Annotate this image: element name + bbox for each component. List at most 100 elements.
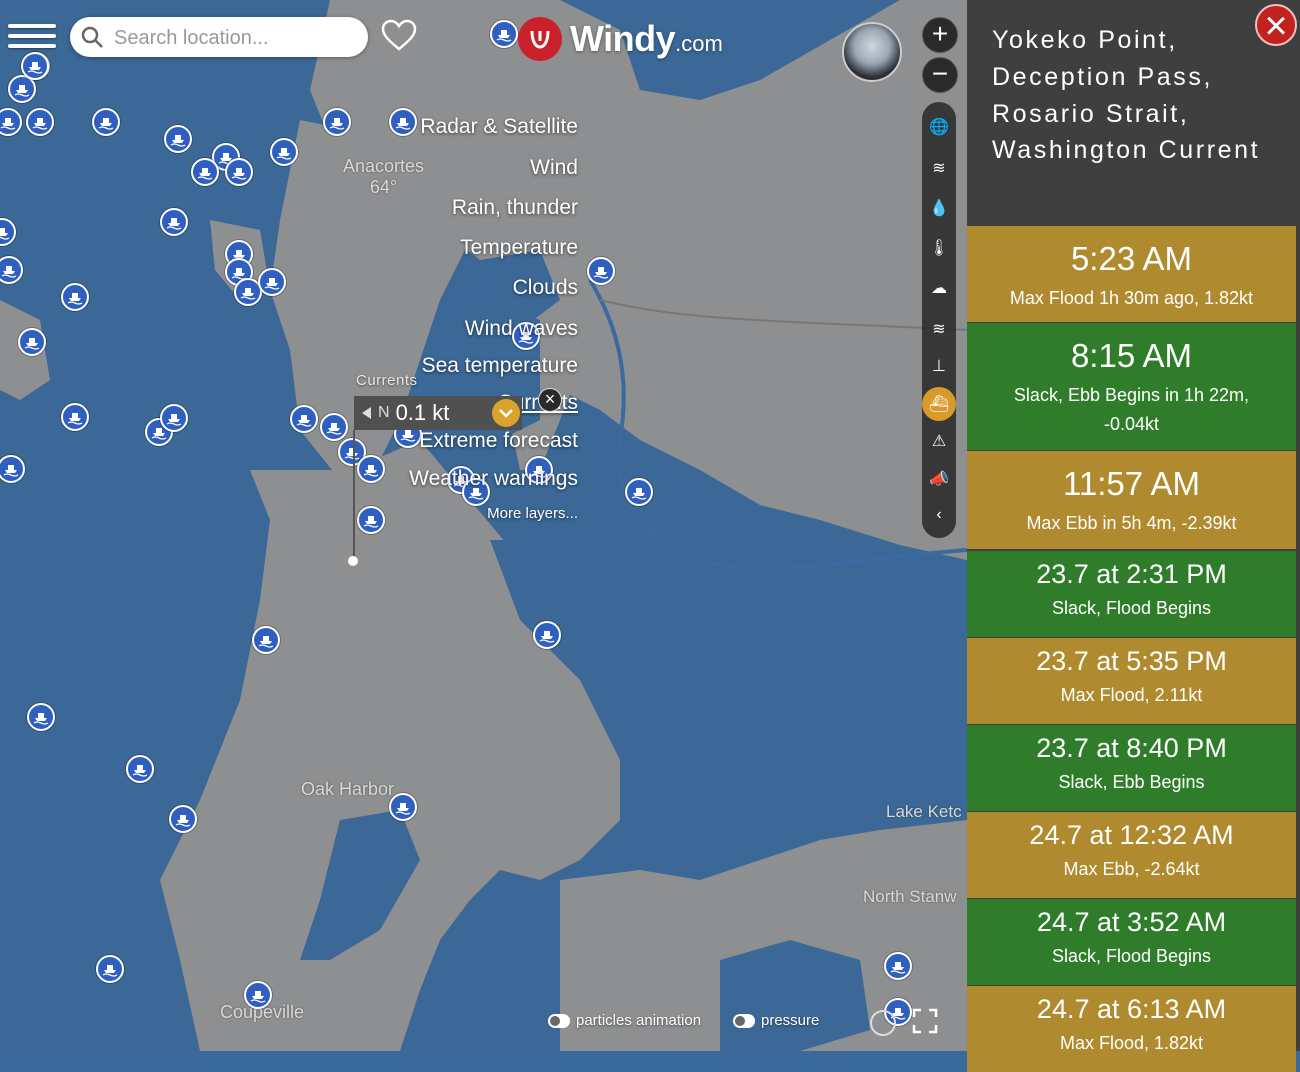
windy-logo-icon	[518, 17, 562, 61]
tide-time: 8:15 AM	[1070, 337, 1193, 374]
boat-station-icon[interactable]	[884, 952, 912, 980]
boat-station-icon[interactable]	[96, 955, 124, 983]
tide-time: 23.7 at 2:31 PM	[1036, 559, 1227, 589]
place-label: Lake Ketc	[886, 802, 962, 821]
tide-description: Max Ebb in 5h 4m, -2.39kt	[1026, 513, 1237, 533]
thermometer-icon[interactable]: 🌡	[926, 235, 952, 261]
tide-entry: 8:15 AM Slack, Ebb Begins in 1h 22m, -0.0…	[967, 323, 1296, 450]
boat-station-icon[interactable]	[270, 138, 298, 166]
layer-item[interactable]: Temperature	[460, 236, 578, 260]
boat-station-icon[interactable]	[625, 478, 653, 506]
zoom-out-button[interactable]: −	[922, 57, 958, 93]
warning-icon[interactable]: ⚠	[926, 428, 952, 454]
windy-logo[interactable]: Windy .com	[518, 17, 723, 61]
cloud-icon[interactable]: ☁	[926, 275, 952, 301]
boat-station-icon[interactable]	[357, 506, 385, 534]
boat-station-icon[interactable]	[323, 108, 351, 136]
boat-station-icon[interactable]	[258, 268, 286, 296]
boat-station-icon[interactable]	[191, 158, 219, 186]
tide-description: Max Flood, 1.82kt	[1059, 1033, 1204, 1053]
boat-station-icon[interactable]	[61, 403, 89, 431]
map-base	[0, 0, 967, 1051]
tide-description: Max Ebb, -2.64kt	[1063, 859, 1200, 879]
boat-station-icon[interactable]	[126, 755, 154, 783]
picker-pin-dot[interactable]	[348, 556, 358, 566]
boat-station-icon[interactable]	[320, 413, 348, 441]
search-bar[interactable]	[70, 17, 368, 57]
boat-station-icon[interactable]	[290, 405, 318, 433]
layer-item[interactable]: Rain, thunder	[452, 196, 578, 220]
boat-station-icon[interactable]	[169, 805, 197, 833]
wind-icon[interactable]: ≋	[926, 155, 952, 181]
user-avatar[interactable]	[842, 22, 902, 82]
particles-toggle[interactable]: particles animation	[548, 1012, 701, 1029]
boat-station-icon[interactable]	[389, 793, 417, 821]
tide-description: Slack, Flood Begins	[1051, 946, 1212, 966]
place-label: North Stanw	[863, 887, 957, 906]
layer-item[interactable]: Weather warnings	[409, 467, 578, 491]
boat-station-icon[interactable]	[160, 208, 188, 236]
boat-station-icon[interactable]	[389, 108, 417, 136]
boat-station-icon[interactable]	[61, 283, 89, 311]
panel-title: Yokeko Point, Deception Pass, Rosario St…	[992, 26, 1261, 165]
logo-text: Windy	[570, 18, 676, 59]
layer-item[interactable]: Clouds	[513, 276, 578, 300]
currents-icon[interactable]: ⛴	[922, 387, 956, 421]
tide-entry: 23.7 at 2:31 PM Slack, Flood Begins	[967, 551, 1296, 637]
boat-station-icon[interactable]	[244, 981, 272, 1009]
boat-station-icon[interactable]	[26, 108, 54, 136]
layer-item[interactable]: Wind waves	[465, 317, 578, 341]
boat-station-icon[interactable]	[490, 20, 518, 48]
boat-station-icon[interactable]	[18, 328, 46, 356]
tide-description: Max Flood 1h 30m ago, 1.82kt	[1009, 288, 1254, 308]
picker-layer-label: Currents	[356, 372, 418, 389]
search-icon	[81, 26, 103, 48]
tide-description: Max Flood, 2.11kt	[1060, 685, 1203, 705]
megaphone-icon[interactable]: 📣	[926, 466, 952, 492]
boat-station-icon[interactable]	[160, 404, 188, 432]
raindrop-icon[interactable]: 💧	[926, 195, 952, 221]
hamburger-menu-icon[interactable]	[8, 18, 56, 58]
close-panel-button[interactable]: ×	[1255, 4, 1297, 46]
place-label: Oak Harbor	[301, 779, 395, 799]
boat-station-icon[interactable]	[225, 158, 253, 186]
boat-station-icon[interactable]	[27, 703, 55, 731]
current-direction: N	[378, 404, 390, 421]
boat-station-icon[interactable]	[357, 455, 385, 483]
crosshair-icon[interactable]	[870, 1010, 896, 1036]
search-input[interactable]	[112, 23, 361, 53]
layer-item[interactable]: Sea temperature	[422, 354, 578, 378]
map-view[interactable]: Anacortes 64° Oak Harbor Coupeville Lake …	[0, 0, 967, 1051]
fullscreen-icon[interactable]	[912, 1008, 938, 1034]
chevron-left-icon[interactable]: ‹	[926, 502, 952, 528]
chevron-down-icon[interactable]	[492, 399, 520, 427]
boat-station-icon[interactable]	[164, 125, 192, 153]
zoom-in-button[interactable]: +	[922, 17, 958, 53]
boat-station-icon[interactable]	[533, 621, 561, 649]
tide-time: 11:57 AM	[1063, 465, 1200, 502]
place-label: Anacortes 64°	[343, 156, 425, 197]
sea-temp-icon[interactable]: ⊥	[926, 353, 952, 379]
boat-station-icon[interactable]	[92, 108, 120, 136]
layer-item[interactable]: Radar & Satellite	[420, 115, 578, 139]
layer-item[interactable]: Extreme forecast	[419, 429, 578, 453]
layer-item[interactable]: More layers...	[487, 505, 578, 522]
current-speed: 0.1 kt	[395, 400, 450, 425]
waves-icon[interactable]: ≋	[926, 316, 952, 342]
tide-entry: 23.7 at 8:40 PM Slack, Ebb Begins	[967, 725, 1296, 811]
logo-suffix: .com	[675, 31, 723, 56]
tide-time: 24.7 at 6:13 AM	[1036, 994, 1227, 1024]
layer-item[interactable]: Wind	[530, 156, 578, 180]
tide-entry: 11:57 AM Max Ebb in 5h 4m, -2.39kt	[967, 451, 1296, 549]
direction-arrow-icon	[362, 407, 371, 419]
currents-picker[interactable]: N 0.1 kt	[354, 396, 522, 430]
tide-entry: 24.7 at 6:13 AM Max Flood, 1.82kt	[967, 986, 1296, 1072]
pressure-toggle[interactable]: pressure	[733, 1012, 819, 1029]
picker-close-button[interactable]: ×	[538, 388, 562, 412]
boat-station-icon[interactable]	[252, 626, 280, 654]
tide-description: Slack, Flood Begins	[1051, 598, 1212, 618]
favorites-heart-icon[interactable]	[380, 18, 418, 52]
tide-entry: 5:23 AM Max Flood 1h 30m ago, 1.82kt	[967, 226, 1296, 322]
globe-icon[interactable]: 🌐	[926, 114, 952, 140]
boat-station-icon[interactable]	[587, 257, 615, 285]
